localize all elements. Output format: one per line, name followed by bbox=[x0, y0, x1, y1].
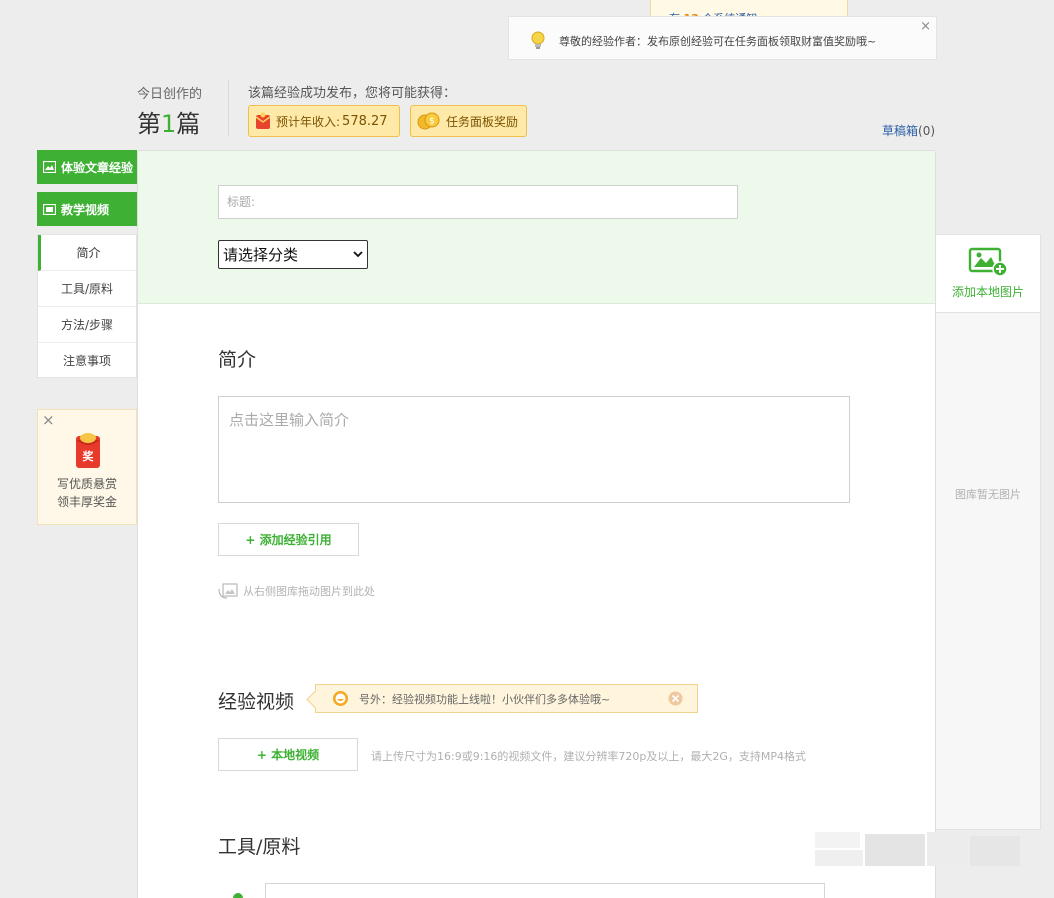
envelope-char: 奖 bbox=[83, 449, 95, 463]
pixelated-overlay bbox=[815, 830, 1050, 870]
add-local-image-button[interactable]: 添加本地图片 bbox=[936, 235, 1040, 313]
section-nav: 简介 工具/原料 方法/步骤 注意事项 bbox=[37, 234, 137, 378]
add-image-icon bbox=[968, 247, 1008, 277]
sidebar-item-steps[interactable]: 方法/步骤 bbox=[38, 307, 136, 343]
today-count-number: 1 bbox=[161, 110, 177, 138]
bounty-card[interactable]: × 奖 写优质悬赏 领丰厚奖金 bbox=[37, 409, 137, 525]
library-empty-label: 图库暂无图片 bbox=[955, 488, 1021, 501]
image-library-panel: 添加本地图片 图库暂无图片 bbox=[936, 234, 1041, 830]
tools-heading: 工具/原料 bbox=[218, 836, 301, 858]
category-select[interactable]: 请选择分类 bbox=[218, 240, 368, 269]
image-icon bbox=[43, 161, 56, 173]
add-local-image-label: 添加本地图片 bbox=[951, 285, 1024, 299]
today-label: 今日创作的 bbox=[137, 87, 203, 102]
author-tip-bar: 尊敬的经验作者：发布原创经验可在任务面板领取财富值奖励哦~ × bbox=[508, 16, 937, 60]
video-notice: 号外：经验视频功能上线啦！小伙伴们多多体验哦~ bbox=[315, 684, 698, 713]
bounty-close-icon[interactable]: × bbox=[42, 411, 55, 429]
tab-article-experience[interactable]: 体验文章经验 bbox=[37, 150, 137, 184]
add-reference-button[interactable]: + 添加经验引用 bbox=[218, 523, 359, 556]
local-video-button[interactable]: + 本地视频 bbox=[218, 738, 358, 771]
tools-bullet bbox=[233, 893, 243, 898]
smile-icon bbox=[333, 691, 348, 706]
header-divider bbox=[228, 80, 229, 136]
video-heading: 经验视频 bbox=[218, 691, 295, 713]
sidebar-item-notes[interactable]: 注意事项 bbox=[38, 343, 136, 379]
sidebar-item-intro[interactable]: 简介 bbox=[38, 235, 136, 271]
svg-text:$: $ bbox=[429, 117, 435, 127]
task-reward-label: 任务面板奖励 bbox=[446, 114, 519, 129]
bounty-line-2: 领丰厚奖金 bbox=[56, 495, 117, 509]
video-notice-text: 号外：经验视频功能上线啦！小伙伴们多多体验哦~ bbox=[359, 692, 611, 706]
today-count-prefix: 第 bbox=[137, 110, 161, 138]
sidebar-item-tools[interactable]: 工具/原料 bbox=[38, 271, 136, 307]
tip-close-icon[interactable]: × bbox=[920, 19, 931, 34]
reward-envelope-icon: 奖 bbox=[76, 433, 100, 468]
lightbulb-icon bbox=[531, 31, 545, 49]
income-label: 预计年收入: bbox=[276, 114, 341, 129]
film-icon bbox=[43, 203, 56, 215]
task-reward-badge[interactable]: $ 任务面板奖励 bbox=[410, 105, 527, 137]
video-spec-text: 请上传尺寸为16:9或9:16的视频文件，建议分辨率720p及以上，最大2G，支… bbox=[371, 750, 807, 763]
today-count-suffix: 篇 bbox=[176, 110, 201, 138]
coins-icon: $ bbox=[417, 112, 440, 130]
drafts-label: 草稿箱 bbox=[882, 124, 919, 138]
red-envelope-icon bbox=[255, 112, 271, 129]
drafts-link[interactable]: 草稿箱(0) bbox=[882, 122, 935, 139]
income-value: 578.27 bbox=[342, 113, 388, 129]
image-drag-icon bbox=[218, 583, 238, 599]
notice-close-icon[interactable] bbox=[668, 691, 683, 706]
publish-message: 该篇经验成功发布，您将可能获得： bbox=[248, 86, 457, 101]
title-zone bbox=[138, 151, 935, 304]
tab-teaching-video[interactable]: 教学视频 bbox=[37, 192, 137, 226]
bounty-line-1: 写优质悬赏 bbox=[56, 477, 117, 491]
drafts-count: (0) bbox=[918, 124, 936, 138]
drag-hint: 从右侧图库拖动图片到此处 bbox=[218, 583, 375, 599]
chevron-down-icon bbox=[353, 251, 363, 258]
today-count: 第1篇 bbox=[137, 104, 200, 139]
tip-text: 尊敬的经验作者：发布原创经验可在任务面板领取财富值奖励哦~ bbox=[559, 35, 877, 48]
bounty-text: 写优质悬赏 领丰厚奖金 bbox=[38, 475, 136, 511]
intro-textarea[interactable] bbox=[218, 396, 850, 503]
tab-video-label: 教学视频 bbox=[61, 202, 110, 217]
annual-income-badge: 预计年收入: 578.27 bbox=[248, 105, 400, 137]
tools-input[interactable] bbox=[265, 883, 825, 898]
intro-heading: 简介 bbox=[218, 349, 257, 371]
title-input[interactable] bbox=[218, 185, 738, 219]
drag-hint-text: 从右侧图库拖动图片到此处 bbox=[243, 585, 375, 598]
tab-article-label: 体验文章经验 bbox=[61, 160, 134, 175]
category-selected: 请选择分类 bbox=[223, 246, 299, 264]
